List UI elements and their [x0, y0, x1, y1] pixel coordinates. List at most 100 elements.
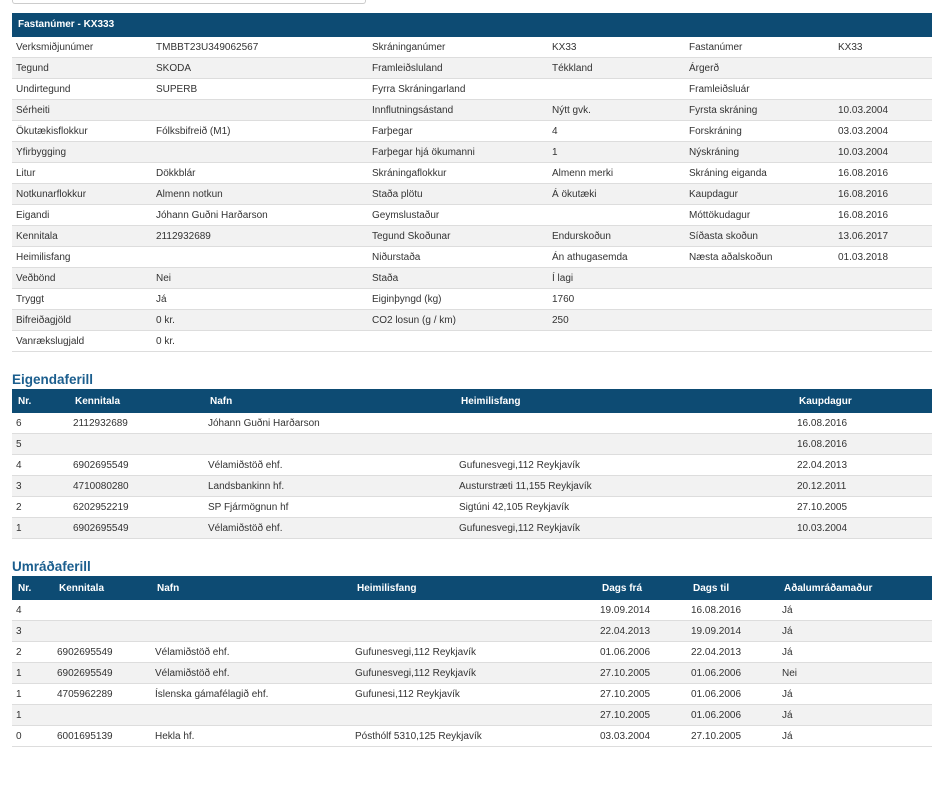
vehicle-info-row: Bifreiðagjöld 0 kr. CO2 losun (g / km) 250	[12, 309, 932, 331]
operators-cell: 3	[12, 620, 53, 642]
vehicle-field-value: KX33	[834, 37, 932, 58]
vehicle-field-label	[685, 309, 834, 331]
operators-cell: Nei	[778, 662, 932, 684]
vehicle-field-label: Litur	[12, 162, 152, 184]
operators-cell: Hekla hf.	[151, 725, 351, 747]
operator-row: 4 19.09.2014 16.08.2016 Já	[12, 600, 932, 621]
vehicle-field-label: Skráninganúmer	[368, 37, 548, 58]
operators-cell	[151, 704, 351, 726]
vehicle-field-value	[548, 330, 685, 352]
owners-cell: 6202952219	[69, 496, 204, 518]
operators-cell	[351, 620, 596, 642]
owners-cell: Vélamiðstöð ehf.	[204, 454, 455, 476]
owners-cell: 3	[12, 475, 69, 497]
vehicle-field-value: Fólksbifreið (M1)	[152, 120, 368, 142]
operator-row: 1 6902695549 Vélamiðstöð ehf. Gufunesvegi,1…	[12, 662, 932, 684]
owners-column-header: Kaupdagur	[793, 389, 932, 413]
operator-row: 1 4705962289 Íslenska gámafélagið ehf. Gufu…	[12, 683, 932, 705]
vehicle-field-label: Tegund Skoðunar	[368, 225, 548, 247]
operators-cell: Já	[778, 683, 932, 705]
vehicle-field-label: Forskráning	[685, 120, 834, 142]
vehicle-info-row: Tegund SKODA Framleiðsluland Tékkland Árgerð	[12, 57, 932, 79]
operators-cell: 27.10.2005	[596, 683, 687, 705]
owners-cell: 6	[12, 413, 69, 434]
owners-cell	[455, 413, 793, 434]
operator-row: 1 27.10.2005 01.06.2006 Já	[12, 704, 932, 726]
operator-row: 2 6902695549 Vélamiðstöð ehf. Gufunesvegi,1…	[12, 641, 932, 663]
operators-cell: 19.09.2014	[687, 620, 778, 642]
vehicle-info-row: Eigandi Jóhann Guðni Harðarson Geymslustað…	[12, 204, 932, 226]
owners-cell: 2	[12, 496, 69, 518]
vehicle-field-value: Endurskoðun	[548, 225, 685, 247]
operators-cell: 19.09.2014	[596, 600, 687, 621]
operator-row: 0 6001695139 Hekla hf. Pósthólf 5310,125 Re…	[12, 725, 932, 747]
vehicle-info-row: Vanrækslugjald 0 kr.	[12, 330, 932, 352]
vehicle-field-label: Skráningaflokkur	[368, 162, 548, 184]
vehicle-info-row: Kennitala 2112932689 Tegund Skoðunar Endurs…	[12, 225, 932, 247]
vehicle-field-value: 13.06.2017	[834, 225, 932, 247]
vehicle-field-label: Innflutningsástand	[368, 99, 548, 121]
vehicle-field-value: 01.03.2018	[834, 246, 932, 268]
operators-cell: 4705962289	[53, 683, 151, 705]
vehicle-info-row: Tryggt Já Eiginþyngd (kg) 1760	[12, 288, 932, 310]
operators-cell: 27.10.2005	[596, 662, 687, 684]
owners-column-header: Kennitala	[69, 389, 204, 413]
vehicle-field-label: Veðbönd	[12, 267, 152, 289]
vehicle-field-label: Skráning eiganda	[685, 162, 834, 184]
vehicle-field-label: Bifreiðagjöld	[12, 309, 152, 331]
vehicle-field-value: 1760	[548, 288, 685, 310]
owners-cell: 4710080280	[69, 475, 204, 497]
operators-cell: Vélamiðstöð ehf.	[151, 662, 351, 684]
vehicle-field-value: 16.08.2016	[834, 204, 932, 226]
vehicle-field-label: Fyrra Skráningarland	[368, 78, 548, 100]
operators-cell: 03.03.2004	[596, 725, 687, 747]
vehicle-field-value: 1	[548, 141, 685, 163]
operators-cell: 2	[12, 641, 53, 663]
operators-table: Nr. Kennitala Nafn Heimilisfang Dags frá Dags…	[12, 576, 932, 747]
vehicle-field-label: Framleiðsluár	[685, 78, 834, 100]
operators-section-title: Umráðaferill	[12, 559, 91, 574]
operators-cell: Pósthólf 5310,125 Reykjavík	[351, 725, 596, 747]
vehicle-field-value: Jóhann Guðni Harðarson	[152, 204, 368, 226]
vehicle-info-row: Heimilisfang Niðurstaða Án athugasemda Næst…	[12, 246, 932, 268]
vehicle-field-value: 250	[548, 309, 685, 331]
vehicle-field-value: Án athugasemda	[548, 246, 685, 268]
owners-cell: Landsbankinn hf.	[204, 475, 455, 497]
owners-cell: 27.10.2005	[793, 496, 932, 518]
operators-cell	[53, 600, 151, 621]
vehicle-field-label: Kennitala	[12, 225, 152, 247]
operators-cell: Já	[778, 704, 932, 726]
vehicle-field-label	[685, 288, 834, 310]
vehicle-field-label: Farþegar	[368, 120, 548, 142]
operators-cell: Já	[778, 725, 932, 747]
operators-column-header: Dags til	[687, 576, 778, 600]
owners-cell: Gufunesvegi,112 Reykjavík	[455, 517, 793, 539]
owners-cell: Jóhann Guðni Harðarson	[204, 413, 455, 434]
vehicle-info-row: Verksmiðjunúmer TMBBT23U349062567 Skráning…	[12, 37, 932, 58]
owners-cell: Vélamiðstöð ehf.	[204, 517, 455, 539]
vehicle-info-table: Verksmiðjunúmer TMBBT23U349062567 Skráning…	[12, 37, 932, 352]
vehicle-field-label: Fyrsta skráning	[685, 99, 834, 121]
vehicle-field-label	[368, 330, 548, 352]
vehicle-field-value: 16.08.2016	[834, 183, 932, 205]
operators-cell: Gufunesi,112 Reykjavík	[351, 683, 596, 705]
owners-cell	[69, 433, 204, 455]
operators-cell	[151, 600, 351, 621]
vehicle-field-value	[548, 78, 685, 100]
vehicle-field-label: Framleiðsluland	[368, 57, 548, 79]
vehicle-field-label: Farþegar hjá ökumanni	[368, 141, 548, 163]
vehicle-field-label: Móttökudagur	[685, 204, 834, 226]
owners-cell: 4	[12, 454, 69, 476]
search-field-edge[interactable]	[12, 0, 366, 4]
owners-cell: Gufunesvegi,112 Reykjavík	[455, 454, 793, 476]
vehicle-field-value	[152, 141, 368, 163]
vehicle-info-row: Yfirbygging Farþegar hjá ökumanni 1 Nýskrán…	[12, 141, 932, 163]
vehicle-field-label: Staða	[368, 267, 548, 289]
owners-cell: 16.08.2016	[793, 413, 932, 434]
operators-cell: 1	[12, 704, 53, 726]
vehicle-field-value: SUPERB	[152, 78, 368, 100]
operators-cell	[53, 704, 151, 726]
vehicle-field-value: 0 kr.	[152, 330, 368, 352]
vehicle-field-label: Vanrækslugjald	[12, 330, 152, 352]
vehicle-field-value: SKODA	[152, 57, 368, 79]
